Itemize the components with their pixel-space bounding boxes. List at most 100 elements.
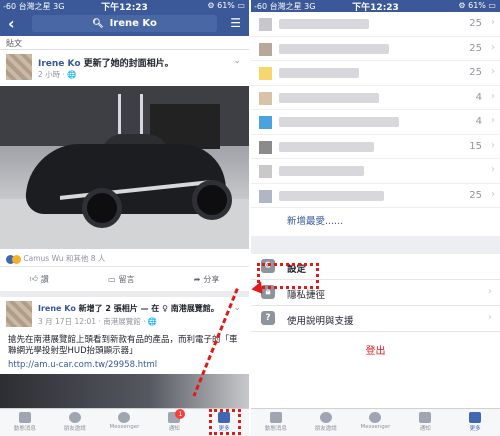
search-query: Irene Ko xyxy=(109,18,157,29)
share-icon: ➦ xyxy=(193,274,201,284)
shortcut-row[interactable]: 25 › xyxy=(251,37,500,61)
shortcut-list: 25 › 25 › 25 › 4 › 4 › 15 › › 25 › xyxy=(251,12,500,208)
chevron-right-icon: › xyxy=(491,188,495,200)
privacy-label: 隱私捷徑 xyxy=(287,290,326,301)
section-gap xyxy=(251,236,500,254)
comment-label: 留言 xyxy=(118,274,135,284)
highlight-box xyxy=(257,263,319,289)
tab-label: 通知 xyxy=(168,426,180,432)
left-screen: -60 台灣之星 3G 下午12:23 ⚙ 61% ▭ ‹ 🔍︎ Irene Ko… xyxy=(0,0,249,436)
battery: ⚙ 61% ▭ xyxy=(207,1,245,10)
tab-label: 朋友邀請 xyxy=(314,426,337,432)
friend-list-icon[interactable]: ☰ xyxy=(230,16,241,30)
tab-label: Messenger xyxy=(109,424,140,430)
shortcut-count: 25 xyxy=(469,67,482,78)
shortcut-row[interactable]: 4 › xyxy=(251,110,500,135)
chevron-right-icon: › xyxy=(491,66,495,77)
shortcut-count: 25 xyxy=(469,42,482,54)
post-time: 3 月 17日 12:01 · 南港展覽館 · 🌐 xyxy=(38,317,158,326)
chevron-right-icon: › xyxy=(491,17,495,28)
cover-photo[interactable] xyxy=(0,86,249,249)
tab-label: 動態消息 xyxy=(13,426,36,432)
share-label: 分享 xyxy=(203,274,220,284)
tab-friend-requests[interactable]: 朋友邀請 xyxy=(50,409,100,436)
blurred-name xyxy=(279,43,389,54)
wheel xyxy=(82,188,122,228)
tab-notifications[interactable]: 1 通知 xyxy=(149,409,199,436)
tab-messenger[interactable]: Messenger xyxy=(351,409,401,436)
post-title: Irene Ko 更新了她的封面相片。 xyxy=(38,56,174,69)
post-title: Irene Ko 新增了 2 張相片 — 在 ♀ 南港展覽館。 xyxy=(38,303,219,314)
comment-icon: ▭ xyxy=(108,274,116,284)
avatar[interactable] xyxy=(6,54,32,80)
post-time: 2 小時 · 🌐 xyxy=(38,70,77,79)
shortcut-count: 4 xyxy=(475,91,482,103)
help-icon: ? xyxy=(261,311,275,325)
tab-notifications[interactable]: 通知 xyxy=(400,409,450,436)
shortcut-row[interactable]: 25 › xyxy=(251,12,500,37)
search-icon: 🔍︎ xyxy=(92,19,104,29)
shortcut-thumbnail xyxy=(259,140,272,154)
tab-more[interactable]: 更多 xyxy=(450,409,500,436)
help-label: 使用說明與支援 xyxy=(287,316,354,327)
blurred-name xyxy=(279,68,359,78)
shortcut-thumbnail xyxy=(259,189,272,203)
post-card: Irene Ko 更新了她的封面相片。 2 小時 · 🌐 ⌄ Camus Wu … xyxy=(0,50,249,291)
tab-label: 朋友邀請 xyxy=(63,426,86,432)
author-name[interactable]: Irene Ko xyxy=(38,304,76,313)
chevron-right-icon: › xyxy=(491,164,495,175)
tab-messenger[interactable]: Messenger xyxy=(100,409,150,436)
comment-button[interactable]: ▭ 留言 xyxy=(108,274,135,285)
tab-label: 通知 xyxy=(419,426,431,432)
post-header: Irene Ko 更新了她的封面相片。 2 小時 · 🌐 ⌄ xyxy=(0,50,249,86)
like-button[interactable]: 👍︎ 讚 xyxy=(30,274,49,285)
author-name[interactable]: Irene Ko xyxy=(38,59,81,69)
tab-news-feed[interactable]: 動態消息 xyxy=(0,409,50,436)
wheel xyxy=(192,180,232,220)
blurred-name xyxy=(279,166,364,176)
reactions-text: Camus Wu 和其他 8 人 xyxy=(23,254,106,263)
news-feed-icon xyxy=(269,412,282,423)
add-favorites-link[interactable]: 新增最愛...... xyxy=(251,208,500,236)
like-label: 讚 xyxy=(40,274,49,284)
avatar[interactable] xyxy=(6,301,32,327)
shortcut-count: 4 xyxy=(475,116,482,127)
tab-bar: 動態消息 朋友邀請 Messenger 通知 更多 xyxy=(251,408,500,436)
tab-friend-requests[interactable]: 朋友邀請 xyxy=(301,409,351,436)
light-bar xyxy=(118,94,121,134)
shortcut-thumbnail xyxy=(259,42,272,56)
shortcut-row[interactable]: 25 › xyxy=(251,184,500,208)
blurred-name xyxy=(279,92,379,103)
share-button[interactable]: ➦ 分享 xyxy=(194,274,220,285)
chevron-right-icon: › xyxy=(491,41,495,53)
chevron-right-icon: › xyxy=(491,139,495,151)
reactions-summary[interactable]: Camus Wu 和其他 8 人 xyxy=(0,249,249,267)
chevron-down-icon[interactable]: ⌄ xyxy=(233,56,241,66)
shortcut-thumbnail xyxy=(259,18,272,31)
notifications-icon xyxy=(419,412,432,423)
back-icon[interactable]: ‹ xyxy=(8,14,15,33)
nav-bar: ‹ 🔍︎ Irene Ko ☰ xyxy=(0,12,249,36)
shortcut-row[interactable]: 15 › xyxy=(251,135,500,159)
shortcut-row[interactable]: 4 › xyxy=(251,86,500,110)
tab-label: 更多 xyxy=(469,426,481,432)
shortcut-count: 25 xyxy=(469,18,482,29)
shortcut-row[interactable]: › xyxy=(251,159,500,184)
menu-icon xyxy=(469,412,482,423)
chevron-right-icon: › xyxy=(488,312,492,323)
status-bar: -60 台灣之星 3G 下午12:23 ⚙ 61% ▭ xyxy=(251,0,500,13)
help-support-row[interactable]: ? 使用說明與支援 › xyxy=(251,306,500,332)
highlight-box xyxy=(209,409,241,435)
wow-reaction-icon xyxy=(12,254,21,264)
post-link[interactable]: http://am.u-car.com.tw/29958.html xyxy=(0,359,249,371)
search-field[interactable]: 🔍︎ Irene Ko xyxy=(32,15,217,32)
chevron-down-icon[interactable]: ⌄ xyxy=(233,303,241,313)
light-bar xyxy=(140,94,143,134)
chevron-right-icon: › xyxy=(488,286,492,297)
logout-button[interactable]: 登出 xyxy=(251,338,500,366)
shortcut-thumbnail xyxy=(259,91,272,105)
tab-news-feed[interactable]: 動態消息 xyxy=(251,409,301,436)
right-screen: -60 台灣之星 3G 下午12:23 ⚙ 61% ▭ 25 › 25 › 25 › … xyxy=(251,0,500,436)
shortcut-row[interactable]: 25 › xyxy=(251,61,500,86)
blurred-name xyxy=(279,190,384,201)
